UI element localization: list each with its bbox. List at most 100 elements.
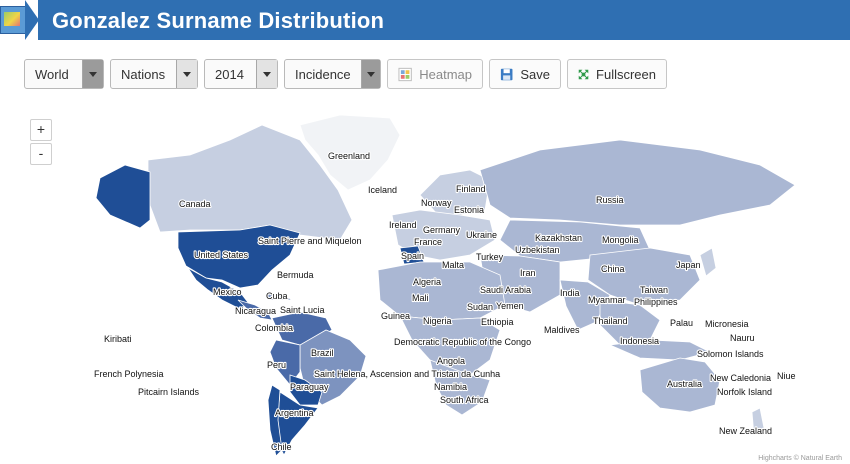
label-thailand: Thailand (593, 316, 628, 326)
label-spain: Spain (401, 251, 424, 261)
label-mexico: Mexico (213, 287, 242, 297)
fullscreen-button[interactable]: Fullscreen (567, 59, 667, 89)
country-alaska[interactable] (95, 164, 151, 229)
chevron-down-icon[interactable] (360, 60, 380, 88)
label-colombia: Colombia (255, 323, 293, 333)
label-philippines: Philippines (634, 297, 678, 307)
label-micronesia: Micronesia (705, 319, 749, 329)
world-map[interactable]: Greenland Iceland Finland Norway Estonia… (24, 107, 850, 464)
map-credits[interactable]: Highcharts © Natural Earth (758, 455, 842, 462)
label-japan: Japan (676, 260, 701, 270)
chevron-down-icon[interactable] (82, 60, 103, 88)
label-estonia: Estonia (454, 205, 484, 215)
label-saint-lucia: Saint Lucia (280, 305, 325, 315)
label-cuba: Cuba (266, 291, 288, 301)
label-solomon-islands: Solomon Islands (697, 349, 764, 359)
label-kiribati: Kiribati (104, 334, 132, 344)
label-myanmar: Myanmar (588, 295, 626, 305)
label-saint-helena: Saint Helena, Ascension and Tristan da C… (314, 369, 500, 379)
zoom-out-button[interactable]: - (30, 143, 52, 165)
label-finland: Finland (456, 184, 486, 194)
label-palau: Palau (670, 318, 693, 328)
label-indonesia: Indonesia (620, 336, 659, 346)
label-uzbekistan: Uzbekistan (515, 245, 560, 255)
save-button[interactable]: Save (489, 59, 561, 89)
label-chile: Chile (271, 442, 292, 452)
label-new-caledonia: New Caledonia (710, 373, 771, 383)
label-brazil: Brazil (311, 348, 334, 358)
label-saint-pierre: Saint Pierre and Miquelon (258, 236, 362, 246)
header-chevron (25, 0, 39, 40)
label-pitcairn: Pitcairn Islands (138, 387, 200, 397)
label-malta: Malta (442, 260, 464, 270)
label-saudi-arabia: Saudi Arabia (480, 285, 531, 295)
region-value: World (35, 66, 69, 82)
label-angola: Angola (437, 356, 465, 366)
heatmap-button[interactable]: Heatmap (387, 59, 483, 89)
heatmap-icon (398, 67, 412, 81)
label-niue: Niue (777, 371, 796, 381)
country-russia[interactable] (479, 139, 796, 226)
measure-dropdown[interactable]: Incidence (284, 59, 381, 89)
label-turkey: Turkey (476, 252, 504, 262)
label-south-africa: South Africa (440, 395, 489, 405)
label-bermuda: Bermuda (277, 270, 314, 280)
label-argentina: Argentina (275, 408, 314, 418)
chevron-down-icon[interactable] (176, 60, 197, 88)
save-icon (500, 68, 513, 80)
level-value: Nations (121, 66, 166, 82)
label-kazakhstan: Kazakhstan (535, 233, 582, 243)
label-guinea: Guinea (381, 311, 410, 321)
label-maldives: Maldives (544, 325, 580, 335)
heatmap-label: Heatmap (419, 66, 472, 82)
app-header: Gonzalez Surname Distribution (0, 0, 850, 45)
label-sudan: Sudan (467, 302, 493, 312)
map-panel: World Nations 2014 Incidence Heatmap Sav… (0, 44, 850, 464)
label-iran: Iran (520, 268, 536, 278)
label-peru: Peru (267, 360, 286, 370)
label-yemen: Yemen (496, 301, 524, 311)
label-ukraine: Ukraine (466, 230, 497, 240)
save-label: Save (520, 66, 550, 82)
year-dropdown[interactable]: 2014 (204, 59, 278, 89)
label-mali: Mali (412, 293, 429, 303)
label-norway: Norway (421, 198, 452, 208)
label-mongolia: Mongolia (602, 235, 639, 245)
level-dropdown[interactable]: Nations (110, 59, 198, 89)
label-china: China (601, 264, 625, 274)
fullscreen-icon (578, 69, 589, 79)
map-logo-icon (0, 6, 26, 34)
label-russia: Russia (596, 195, 624, 205)
map-svg[interactable]: Greenland Iceland Finland Norway Estonia… (24, 107, 850, 464)
label-taiwan: Taiwan (640, 285, 668, 295)
zoom-in-button[interactable]: + (30, 119, 52, 141)
measure-value: Incidence (295, 66, 351, 82)
year-value: 2014 (215, 66, 244, 82)
country-japan[interactable] (699, 247, 717, 277)
fullscreen-label: Fullscreen (596, 66, 656, 82)
label-ireland: Ireland (389, 220, 417, 230)
chevron-down-icon[interactable] (256, 60, 277, 88)
label-nicaragua: Nicaragua (235, 306, 276, 316)
page-title: Gonzalez Surname Distribution (52, 8, 385, 33)
label-australia: Australia (667, 379, 702, 389)
label-france: France (414, 237, 442, 247)
label-namibia: Namibia (434, 382, 467, 392)
label-ethiopia: Ethiopia (481, 317, 514, 327)
label-india: India (560, 288, 580, 298)
label-french-polynesia: French Polynesia (94, 369, 164, 379)
label-drc: Democratic Republic of the Congo (394, 337, 531, 347)
label-canada: Canada (179, 199, 211, 209)
label-nigeria: Nigeria (423, 316, 452, 326)
toolbar: World Nations 2014 Incidence Heatmap Sav… (24, 59, 667, 91)
label-iceland: Iceland (368, 185, 397, 195)
label-paraguay: Paraguay (290, 382, 329, 392)
label-new-zealand: New Zealand (719, 426, 772, 436)
label-nauru: Nauru (730, 333, 755, 343)
label-algeria: Algeria (413, 277, 441, 287)
label-greenland: Greenland (328, 151, 370, 161)
label-norfolk-island: Norfolk Island (717, 387, 772, 397)
label-united-states: United States (194, 250, 249, 260)
label-germany: Germany (423, 225, 461, 235)
region-dropdown[interactable]: World (24, 59, 104, 89)
